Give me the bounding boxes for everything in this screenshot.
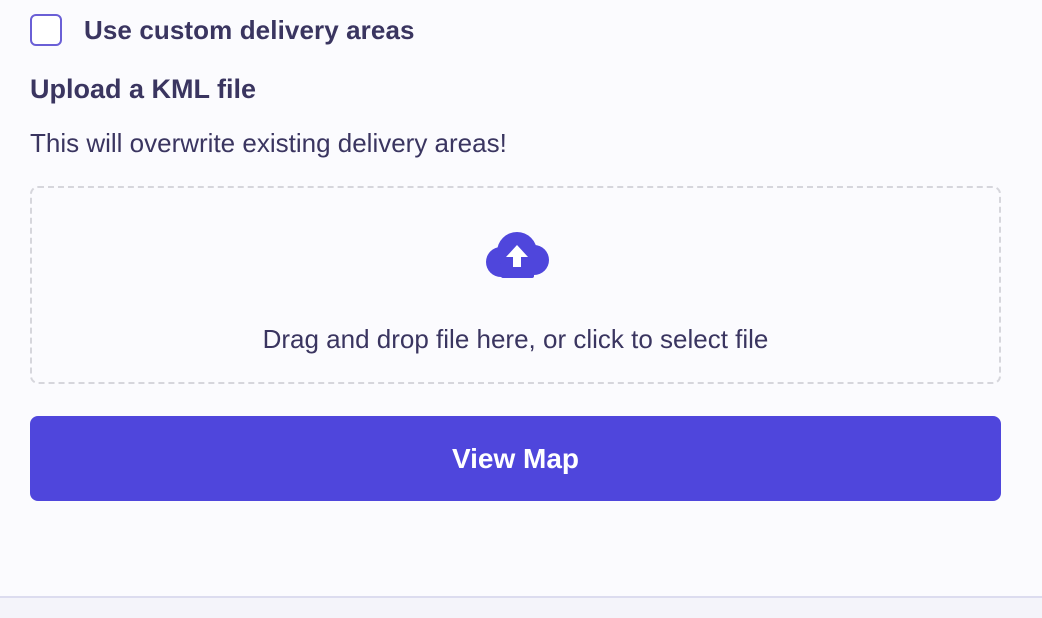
upload-kml-heading: Upload a KML file bbox=[30, 74, 257, 104]
custom-delivery-areas-checkbox[interactable] bbox=[30, 14, 62, 46]
overwrite-warning-text: This will overwrite existing delivery ar… bbox=[30, 128, 507, 158]
cloud-upload-icon bbox=[486, 232, 549, 278]
view-map-button[interactable]: View Map bbox=[30, 416, 1001, 501]
dropzone-instructions: Drag and drop file here, or click to sel… bbox=[262, 324, 769, 354]
custom-delivery-areas-label[interactable]: Use custom delivery areas bbox=[84, 15, 415, 46]
bottom-divider bbox=[0, 596, 1042, 618]
kml-file-dropzone[interactable]: Drag and drop file here, or click to sel… bbox=[30, 186, 1001, 384]
custom-delivery-areas-row[interactable]: Use custom delivery areas bbox=[30, 14, 415, 46]
